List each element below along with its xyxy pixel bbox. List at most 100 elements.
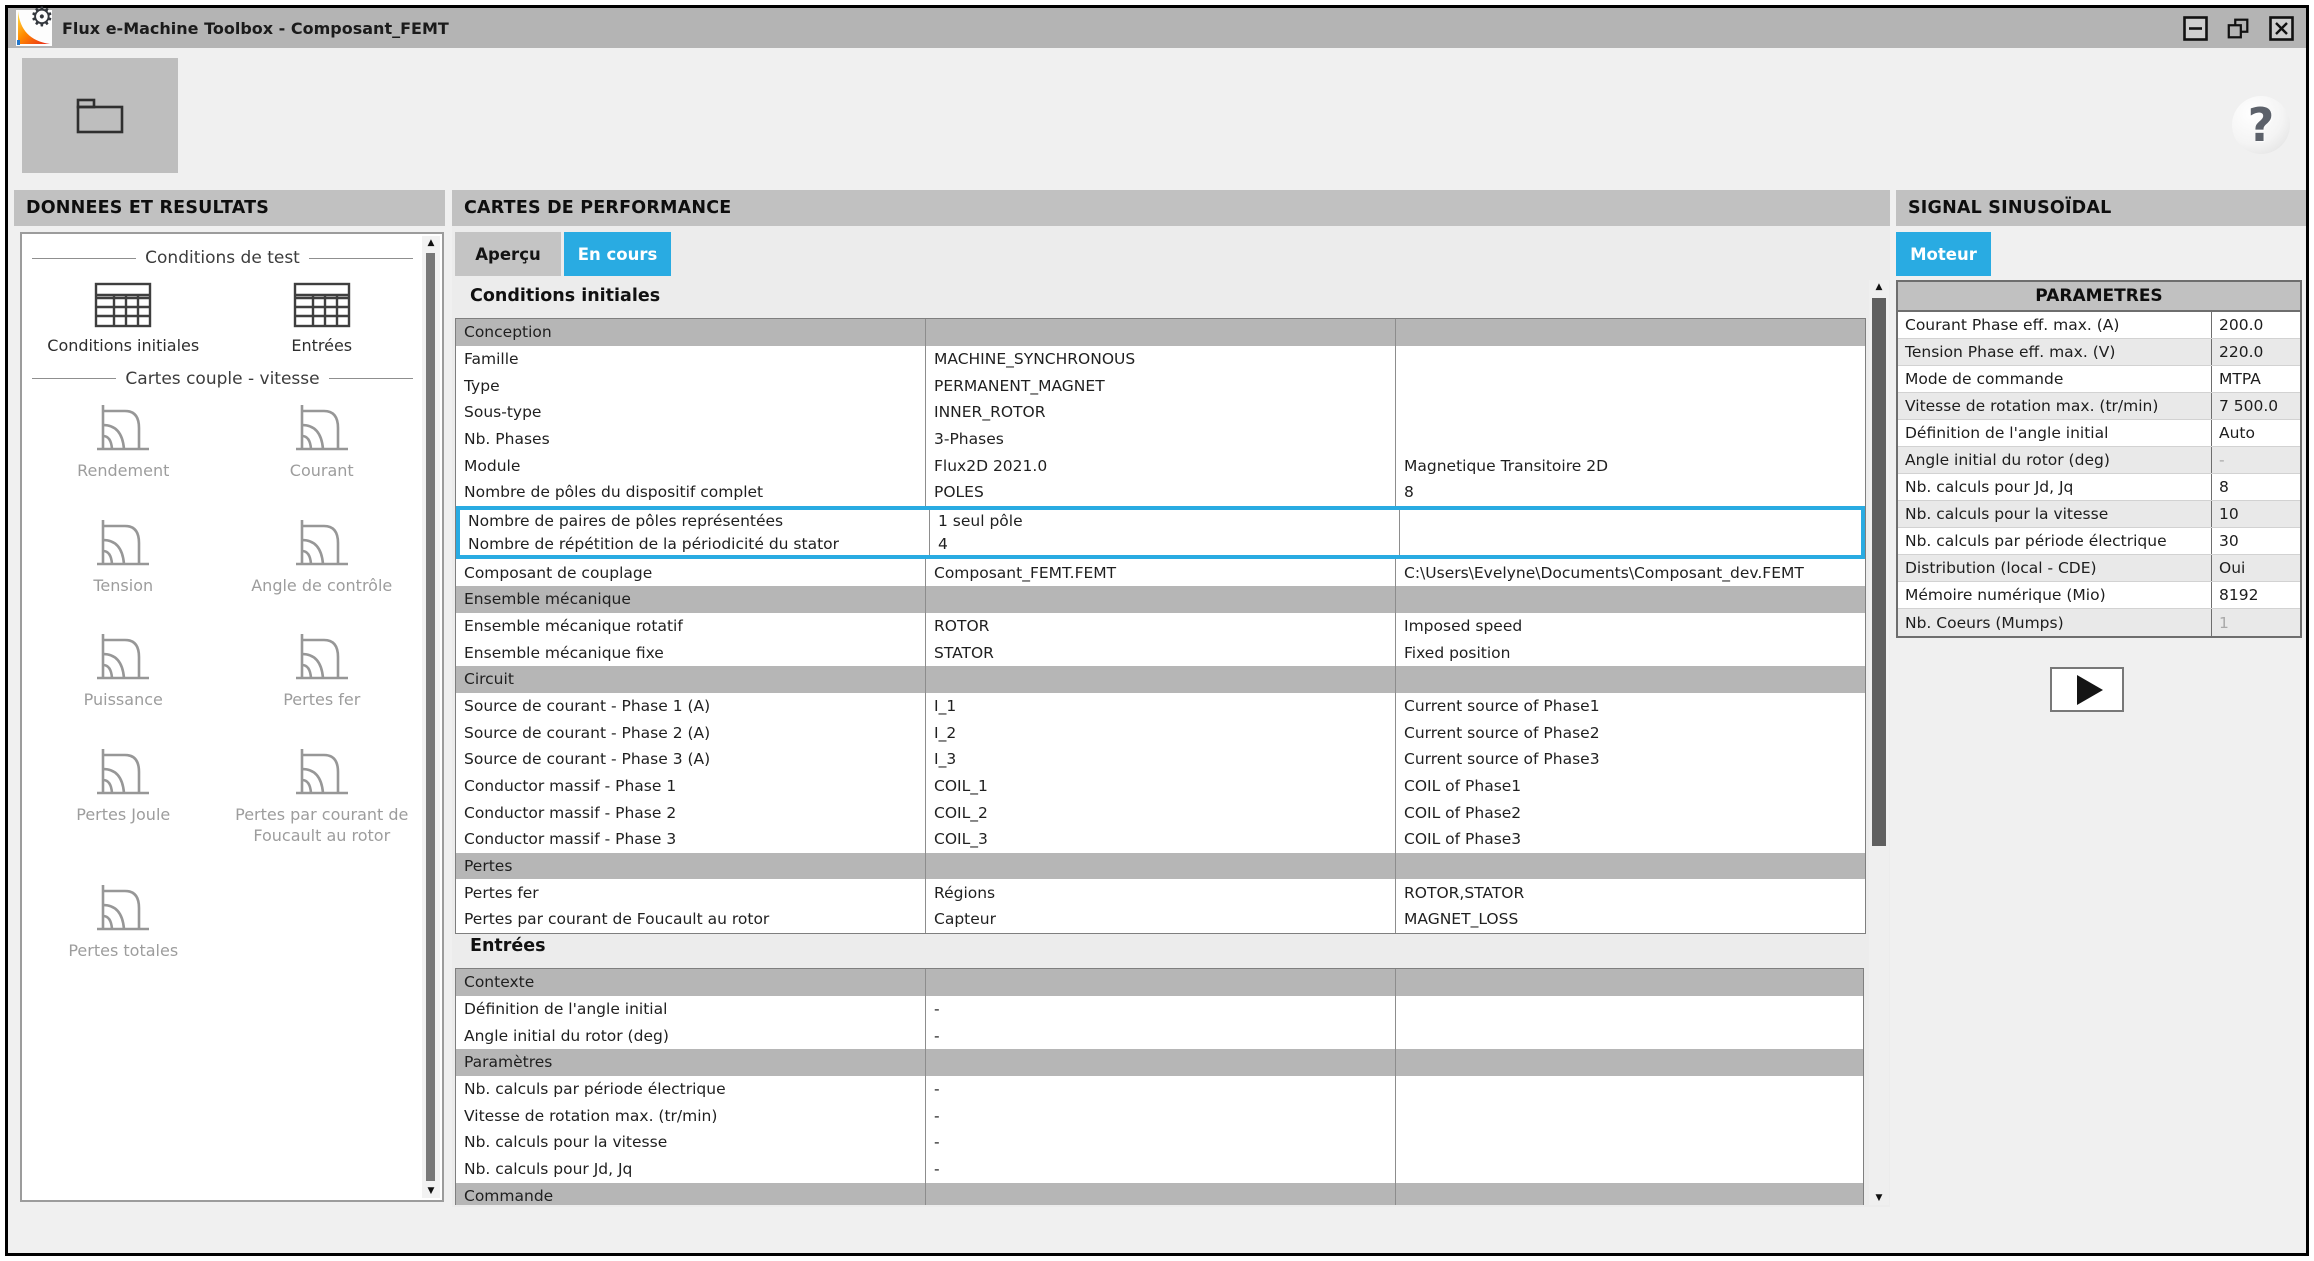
- cell-value: -: [926, 1022, 1396, 1050]
- param-value[interactable]: 30: [2212, 528, 2300, 554]
- table-row[interactable]: Pertes: [456, 852, 1865, 880]
- minimize-button[interactable]: [2183, 15, 2208, 41]
- scroll-up-icon[interactable]: ▲: [1869, 280, 1889, 294]
- param-value[interactable]: 220.0: [2212, 339, 2300, 365]
- scroll-down-icon[interactable]: ▼: [1869, 1191, 1889, 1205]
- scroll-up-icon[interactable]: ▲: [422, 236, 440, 250]
- table-row[interactable]: Circuit: [456, 665, 1865, 693]
- cell-property: Famille: [456, 345, 926, 373]
- map-item[interactable]: Puissance: [28, 632, 218, 711]
- table-row[interactable]: Famille MACHINE_SYNCHRONOUS: [456, 345, 1865, 373]
- table-row[interactable]: Commande: [456, 1182, 1863, 1205]
- param-row[interactable]: Distribution (local - CDE) Oui: [1898, 555, 2300, 582]
- table-row[interactable]: Paramètres: [456, 1049, 1863, 1076]
- table-row[interactable]: Conception: [456, 319, 1865, 346]
- cell-property: Définition de l'angle initial: [456, 995, 926, 1023]
- table-icon: [95, 282, 152, 328]
- table-row[interactable]: Source de courant - Phase 1 (A) I_1 Curr…: [456, 692, 1865, 720]
- param-row[interactable]: Tension Phase eff. max. (V) 220.0: [1898, 339, 2300, 366]
- table-row[interactable]: Nombre de pôles du dispositif complet PO…: [456, 479, 1865, 506]
- cell-extra: [1396, 996, 1863, 1023]
- cell-extra: C:\Users\Evelyne\Documents\Composant_dev…: [1404, 563, 1804, 582]
- left-panel-header: DONNEES ET RESULTATS: [14, 190, 445, 226]
- left-scrollbar-thumb[interactable]: [426, 253, 435, 1181]
- cell-value: MACHINE_SYNCHRONOUS: [926, 345, 1396, 373]
- conditions-initiales-table: Conception Famille MACHINE_SYNCHRONOUS T…: [455, 318, 1866, 934]
- param-row[interactable]: Angle initial du rotor (deg) -: [1898, 447, 2300, 474]
- map-item[interactable]: Pertes Joule: [28, 747, 218, 847]
- table-row[interactable]: Source de courant - Phase 3 (A) I_3 Curr…: [456, 746, 1865, 773]
- map-item[interactable]: Pertes par courant de Foucault au rotor: [227, 747, 417, 847]
- table-row[interactable]: Sous-type INNER_ROTOR: [456, 399, 1865, 426]
- restore-button[interactable]: [2226, 16, 2251, 41]
- cell-value: COIL_3: [926, 826, 1396, 853]
- param-row[interactable]: Définition de l'angle initial Auto: [1898, 420, 2300, 447]
- table-row[interactable]: Conductor massif - Phase 3 COIL_3 COIL o…: [456, 826, 1865, 853]
- param-value[interactable]: 8: [2212, 474, 2300, 500]
- table-row[interactable]: Angle initial du rotor (deg) -: [456, 1022, 1863, 1050]
- cell-property: Nb. calculs par période électrique: [456, 1075, 926, 1103]
- param-value[interactable]: -: [2212, 447, 2300, 473]
- center-scrollbar[interactable]: ▲ ▼: [1869, 280, 1889, 1205]
- param-label: Vitesse de rotation max. (tr/min): [1898, 393, 2212, 419]
- param-row[interactable]: Vitesse de rotation max. (tr/min) 7 500.…: [1898, 393, 2300, 420]
- table-row[interactable]: Pertes par courant de Foucault au rotor …: [456, 906, 1865, 933]
- cell-extra: Current source of Phase2: [1404, 723, 1600, 742]
- map-item[interactable]: Courant: [227, 403, 417, 482]
- tab-en-cours[interactable]: En cours: [564, 232, 671, 276]
- run-button[interactable]: [2050, 667, 2124, 712]
- test-condition-item[interactable]: Entrées: [227, 282, 417, 357]
- table-row[interactable]: Définition de l'angle initial -: [456, 995, 1863, 1023]
- param-value[interactable]: 10: [2212, 501, 2300, 527]
- param-row[interactable]: Nb. Coeurs (Mumps) 1: [1898, 609, 2300, 636]
- map-item[interactable]: Rendement: [28, 403, 218, 482]
- close-button[interactable]: [2269, 15, 2294, 41]
- param-row[interactable]: Courant Phase eff. max. (A) 200.0: [1898, 312, 2300, 339]
- help-icon[interactable]: ?: [2232, 96, 2290, 154]
- table-row[interactable]: Nb. calculs pour Jd, Jq -: [456, 1155, 1863, 1183]
- table-row[interactable]: Ensemble mécanique fixe STATOR Fixed pos…: [456, 639, 1865, 666]
- param-row[interactable]: Nb. calculs pour la vitesse 10: [1898, 501, 2300, 528]
- center-scrollbar-thumb[interactable]: [1872, 298, 1886, 846]
- table-row[interactable]: Ensemble mécanique: [456, 585, 1865, 613]
- map-item[interactable]: Pertes fer: [227, 632, 417, 711]
- param-row[interactable]: Mémoire numérique (Mio) 8192: [1898, 582, 2300, 609]
- table-row[interactable]: Conductor massif - Phase 2 COIL_2 COIL o…: [456, 799, 1865, 827]
- param-value[interactable]: 200.0: [2212, 312, 2300, 338]
- param-row[interactable]: Nb. calculs par période électrique 30: [1898, 528, 2300, 555]
- map-item[interactable]: Tension: [28, 518, 218, 597]
- map-item[interactable]: Angle de contrôle: [227, 518, 417, 597]
- table-row[interactable]: Nb. calculs pour la vitesse -: [456, 1129, 1863, 1156]
- left-scrollbar[interactable]: ▲ ▼: [422, 236, 440, 1198]
- table-row[interactable]: Ensemble mécanique rotatif ROTOR Imposed…: [456, 612, 1865, 640]
- table-row[interactable]: Composant de couplage Composant_FEMT.FEM…: [456, 559, 1865, 586]
- param-value[interactable]: Auto: [2212, 420, 2300, 446]
- param-value[interactable]: 1: [2212, 609, 2300, 636]
- param-value[interactable]: 7 500.0: [2212, 393, 2300, 419]
- table-row[interactable]: Type PERMANENT_MAGNET: [456, 372, 1865, 400]
- table-row[interactable]: Nb. calculs par période électrique -: [456, 1075, 1863, 1103]
- open-file-button[interactable]: [22, 58, 178, 173]
- table-row[interactable]: Conductor massif - Phase 1 COIL_1 COIL o…: [456, 772, 1865, 800]
- table-row[interactable]: Pertes fer Régions ROTOR,STATOR: [456, 879, 1865, 907]
- tab-moteur[interactable]: Moteur: [1896, 232, 1991, 276]
- table-row[interactable]: Vitesse de rotation max. (tr/min) -: [456, 1102, 1863, 1130]
- table-row[interactable]: Module Flux2D 2021.0 Magnetique Transito…: [456, 452, 1865, 480]
- param-value[interactable]: Oui: [2212, 555, 2300, 581]
- table-row[interactable]: Contexte: [456, 969, 1863, 996]
- tab-apercu[interactable]: Aperçu: [455, 232, 561, 276]
- legend-conditions-de-test: Conditions de test: [32, 248, 413, 268]
- param-value[interactable]: 8192: [2212, 582, 2300, 608]
- param-row[interactable]: Nb. calculs pour Jd, Jq 8: [1898, 474, 2300, 501]
- param-value[interactable]: MTPA: [2212, 366, 2300, 392]
- table-row[interactable]: Nb. Phases 3-Phases: [456, 425, 1865, 453]
- param-row[interactable]: Mode de commande MTPA: [1898, 366, 2300, 393]
- cell-property: Paramètres: [456, 1049, 926, 1076]
- table-row[interactable]: Nombre de paires de pôles représentées 1…: [456, 505, 1865, 533]
- map-item[interactable]: Pertes totales: [28, 883, 218, 962]
- table-row[interactable]: Source de courant - Phase 2 (A) I_2 Curr…: [456, 719, 1865, 746]
- cell-extra: COIL of Phase3: [1404, 830, 1522, 849]
- scroll-down-icon[interactable]: ▼: [422, 1184, 440, 1198]
- table-row[interactable]: Nombre de répétition de la périodicité d…: [456, 532, 1865, 560]
- test-condition-item[interactable]: Conditions initiales: [28, 282, 218, 357]
